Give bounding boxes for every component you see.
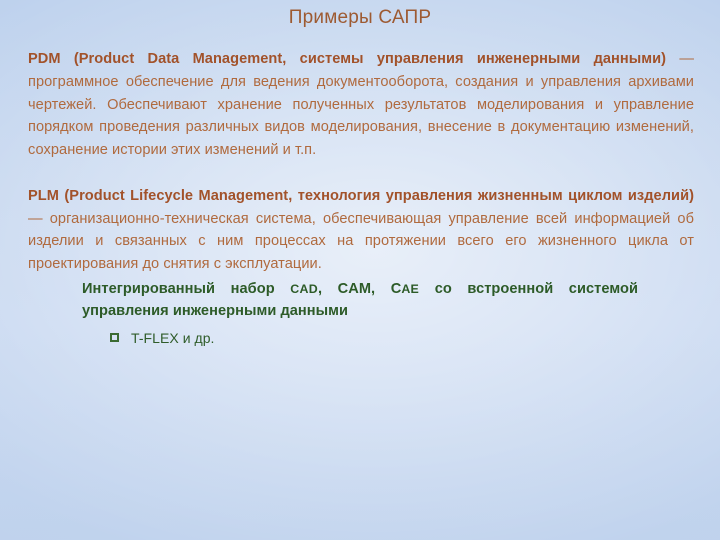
paragraph-pdm: PDM (Product Data Management, системы уп… bbox=[28, 48, 694, 162]
list-item: T-FLEX и др. bbox=[82, 328, 694, 348]
cad-label: CAD bbox=[290, 281, 318, 296]
paragraph-plm: PLM (Product Lifecycle Management, техно… bbox=[28, 185, 694, 276]
page-title: Примеры САПР bbox=[288, 7, 432, 28]
integrated-suite-block: Интегрированный набор CAD, CAM, CAE со в… bbox=[28, 278, 694, 348]
list-item-label: T-FLEX и др. bbox=[131, 329, 215, 346]
separator-1: , bbox=[317, 280, 338, 297]
heading-prefix: Интегрированный набор bbox=[82, 280, 291, 297]
square-bullet-icon bbox=[110, 333, 119, 343]
plm-term: PLM (Product Lifecycle Management, техно… bbox=[28, 187, 694, 204]
pdm-dash: — bbox=[666, 51, 695, 67]
slide-canvas: Примеры САПР PDM (Product Data Managemen… bbox=[0, 0, 720, 540]
cae-label-rest: AE bbox=[401, 281, 420, 296]
slide-body: PDM (Product Data Management, системы уп… bbox=[28, 48, 694, 348]
pdm-term: PDM (Product Data Management, системы уп… bbox=[28, 51, 667, 67]
pdm-definition: программное обеспечение для ведения доку… bbox=[28, 73, 694, 159]
integrated-suite-heading: Интегрированный набор CAD, CAM, CAE со в… bbox=[82, 278, 638, 322]
separator-2: , bbox=[371, 280, 391, 297]
cam-label: CAM bbox=[337, 280, 372, 297]
plm-dash: — bbox=[28, 210, 50, 227]
plm-definition: организационно-техническая система, обес… bbox=[28, 210, 694, 273]
cae-label-initial: C bbox=[390, 280, 402, 297]
